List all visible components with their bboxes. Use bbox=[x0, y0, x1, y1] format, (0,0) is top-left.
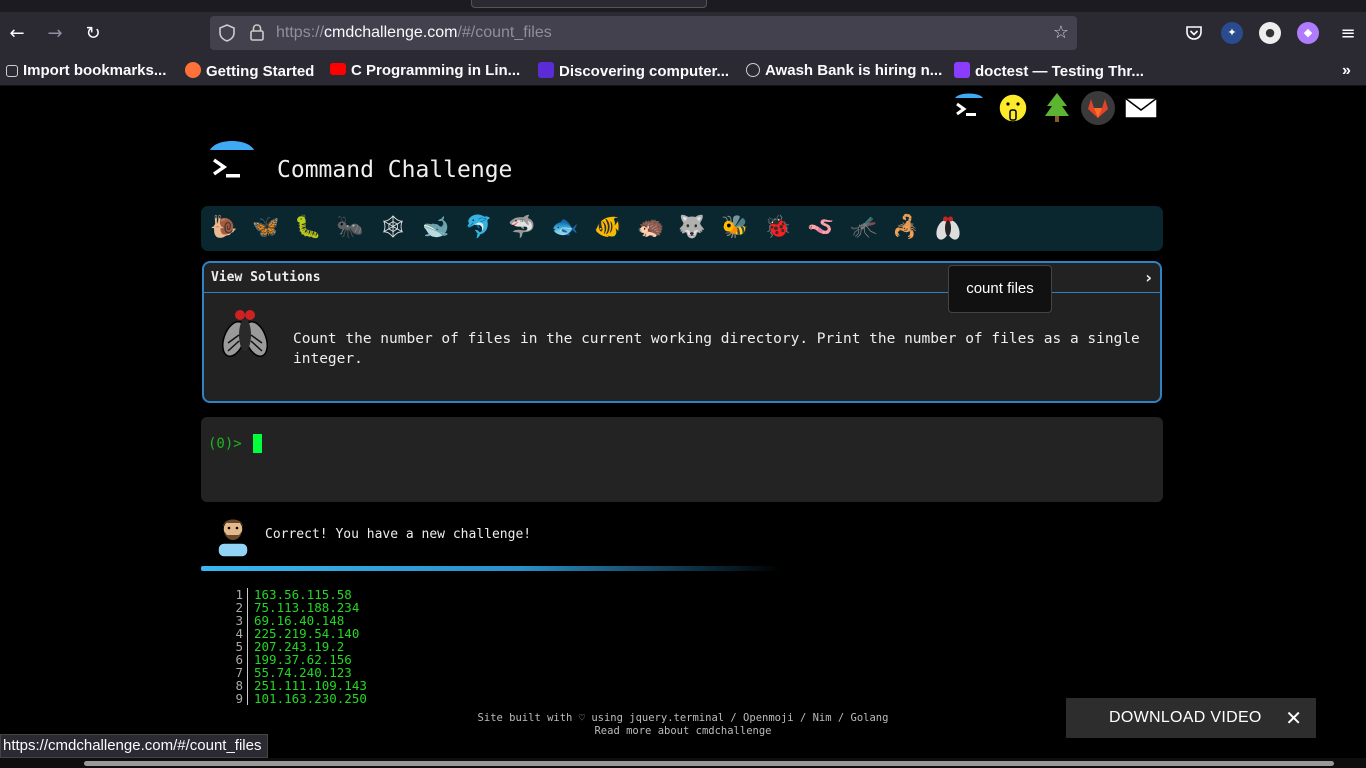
bookmark-label: Import bookmarks... bbox=[23, 62, 167, 79]
wolf-icon[interactable]: 🐺 bbox=[677, 213, 707, 243]
caterpillar-icon[interactable]: 🐛 bbox=[293, 213, 323, 243]
active-tab[interactable] bbox=[471, 0, 707, 8]
tree-icon[interactable] bbox=[1039, 90, 1075, 126]
line-number: 9 bbox=[232, 692, 248, 705]
challenge-level-bar: 🐌 🦋 🐛 🐜 🕸 🐋 🐬 🦈 🐟 🐠 🦔 🐺 🐝 🐞 🪱 🦟 🦂 bbox=[201, 206, 1163, 251]
shark-icon[interactable]: 🦈 bbox=[507, 213, 537, 243]
bookmark-label: C Programming in Lin... bbox=[351, 62, 521, 79]
mail-icon[interactable] bbox=[1123, 90, 1159, 126]
terminal[interactable]: (0)> bbox=[201, 417, 1163, 502]
challenge-tooltip: count files bbox=[948, 265, 1052, 313]
ladybug-icon[interactable]: 🐞 bbox=[763, 213, 793, 243]
ip-address: 101.163.230.250 bbox=[254, 691, 367, 706]
cmdchallenge-icon[interactable] bbox=[951, 90, 987, 126]
view-solutions-label: View Solutions bbox=[211, 270, 321, 285]
gitlab-icon[interactable] bbox=[1080, 90, 1116, 126]
bookmarks-bar: Import bookmarks... Getting Started C Pr… bbox=[0, 56, 1366, 86]
bookmark-c-programming[interactable]: C Programming in Lin... bbox=[330, 62, 520, 82]
feedback-message: Correct! You have a new challenge! bbox=[265, 527, 532, 542]
firefox-icon bbox=[185, 62, 201, 78]
download-video-button[interactable]: DOWNLOAD VIDEO bbox=[1109, 709, 1262, 727]
bookmark-star-icon[interactable]: ☆ bbox=[1053, 22, 1069, 43]
url-text[interactable]: https://cmdchallenge.com/#/count_files bbox=[276, 24, 552, 42]
bookmark-import[interactable]: Import bookmarks... bbox=[6, 62, 166, 82]
site-logo-icon[interactable] bbox=[208, 140, 256, 188]
terminal-prompt: (0)> bbox=[208, 436, 242, 452]
page-content: Command Challenge 🐌 🦋 🐛 🐜 🕸 🐋 🐬 🦈 🐟 🐠 🦔 … bbox=[0, 86, 1366, 768]
shush-face-icon[interactable] bbox=[995, 90, 1031, 126]
mosquito-icon[interactable]: 🦟 bbox=[849, 213, 879, 243]
dolphin-icon[interactable]: 🐬 bbox=[464, 213, 494, 243]
bookmark-label: doctest — Testing Thr... bbox=[975, 63, 1144, 80]
globe-icon bbox=[746, 63, 760, 77]
lock-icon[interactable] bbox=[248, 23, 266, 41]
url-host: cmdchallenge.com bbox=[324, 24, 458, 41]
butterfly-icon[interactable]: 🦋 bbox=[251, 213, 281, 243]
bookmark-label: Discovering computer... bbox=[559, 63, 730, 80]
ant-icon[interactable]: 🐜 bbox=[335, 213, 365, 243]
youtube-icon bbox=[330, 63, 346, 75]
browser-navbar: ← → ↻ https://cmdchallenge.com/#/count_f… bbox=[0, 12, 1366, 56]
reload-icon[interactable]: ↻ bbox=[81, 22, 105, 46]
web-icon[interactable]: 🕸 bbox=[378, 213, 408, 243]
bearded-person-icon bbox=[217, 518, 249, 557]
page-title: Command Challenge bbox=[277, 157, 513, 183]
bookmark-awash[interactable]: Awash Bank is hiring n... bbox=[746, 62, 942, 82]
pocket-icon[interactable] bbox=[1183, 22, 1205, 44]
grid-icon bbox=[954, 62, 970, 78]
download-video-bar: DOWNLOAD VIDEO ✕ bbox=[1066, 698, 1316, 738]
bookmark-getting-started[interactable]: Getting Started bbox=[185, 62, 314, 82]
horizontal-scrollbar[interactable] bbox=[0, 758, 1366, 768]
whale-icon[interactable]: 🐋 bbox=[421, 213, 451, 243]
url-path: /#/count_files bbox=[457, 24, 552, 41]
fly-challenge-icon bbox=[222, 310, 268, 358]
chevron-right-icon[interactable]: › bbox=[1145, 268, 1152, 287]
extension-flag-icon[interactable]: ✦ bbox=[1221, 22, 1243, 44]
snail-icon[interactable]: 🐌 bbox=[209, 213, 239, 243]
footer-credits[interactable]: Site built with ♡ using jquery.terminal … bbox=[400, 712, 966, 725]
scrollbar-thumb[interactable] bbox=[84, 761, 1334, 766]
shield-bookmark-icon bbox=[538, 62, 554, 78]
menu-icon[interactable]: ≡ bbox=[1336, 22, 1360, 46]
output-listing: 1 163.56.115.58 2 75.113.188.234 3 69.16.40… bbox=[232, 588, 367, 705]
bookmarks-overflow-icon[interactable]: » bbox=[1342, 62, 1351, 82]
bookmark-label: Getting Started bbox=[206, 63, 315, 80]
tracking-shield-icon[interactable] bbox=[218, 24, 236, 42]
link-status-bar: https://cmdchallenge.com/#/count_files bbox=[0, 734, 269, 758]
worm-icon[interactable]: 🪱 bbox=[806, 213, 836, 243]
scorpion-icon[interactable]: 🦂 bbox=[891, 213, 921, 243]
tab-strip bbox=[0, 0, 1366, 12]
output-line: 9 101.163.230.250 bbox=[232, 692, 367, 705]
fly-icon[interactable] bbox=[933, 213, 963, 243]
url-scheme: https:// bbox=[276, 24, 325, 41]
bee-icon[interactable]: 🐝 bbox=[720, 213, 750, 243]
close-icon[interactable]: ✕ bbox=[1285, 706, 1302, 731]
bookmark-label: Awash Bank is hiring n... bbox=[765, 62, 943, 79]
footer-read-more-link[interactable]: Read more about cmdchallenge bbox=[400, 725, 966, 738]
extension-ghost-icon[interactable]: ● bbox=[1259, 22, 1281, 44]
url-bar[interactable]: https://cmdchallenge.com/#/count_files ☆ bbox=[210, 16, 1077, 50]
hedgehog-icon[interactable]: 🦔 bbox=[636, 213, 666, 243]
bookmark-discovering[interactable]: Discovering computer... bbox=[538, 62, 729, 82]
fish-icon[interactable]: 🐟 bbox=[550, 213, 580, 243]
bookmark-doctest[interactable]: doctest — Testing Thr... bbox=[954, 62, 1144, 82]
import-icon bbox=[6, 65, 18, 77]
tropical-fish-icon[interactable]: 🐠 bbox=[593, 213, 623, 243]
terminal-cursor[interactable] bbox=[253, 434, 262, 453]
challenge-description: Count the number of files in the current… bbox=[293, 331, 1140, 367]
forward-icon[interactable]: → bbox=[43, 22, 67, 46]
progress-bar bbox=[201, 566, 781, 571]
site-footer: Site built with ♡ using jquery.terminal … bbox=[400, 712, 966, 738]
extension-purple-icon[interactable]: ◆ bbox=[1297, 22, 1319, 44]
back-icon[interactable]: ← bbox=[5, 22, 29, 46]
